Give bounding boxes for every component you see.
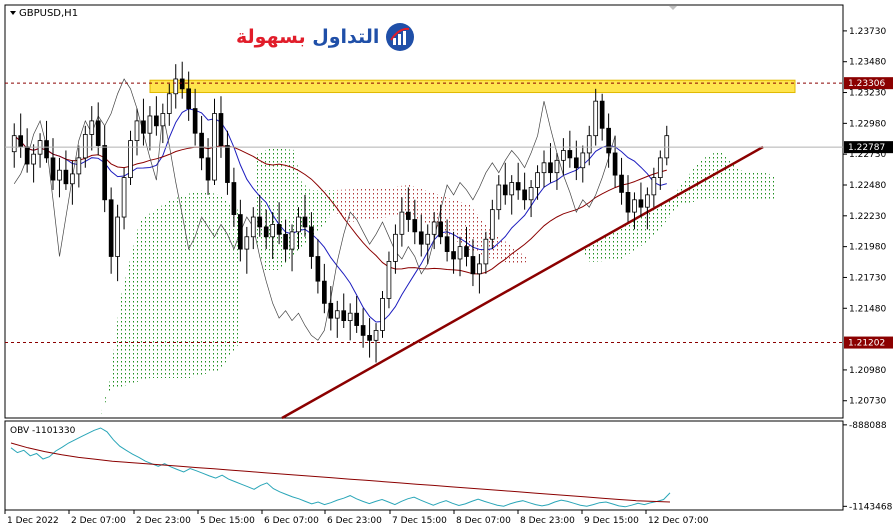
logo-text: التداول بسهولة <box>236 26 380 48</box>
y-tick-label: 1.22480 <box>849 181 886 191</box>
x-tick-label: 8 Dec 07:00 <box>456 516 511 526</box>
level-price-label: 1.21202 <box>848 339 885 349</box>
y-tick-label: 1.21480 <box>849 304 886 314</box>
x-tick-label: 5 Dec 15:00 <box>200 516 255 526</box>
x-tick-label: 12 Dec 07:00 <box>648 516 709 526</box>
y-tick-label: 1.20730 <box>849 397 886 407</box>
x-tick-label: 6 Dec 07:00 <box>264 516 319 526</box>
x-tick-label: 2 Dec 23:00 <box>136 516 191 526</box>
x-tick-label: 6 Dec 23:00 <box>327 516 382 526</box>
resistance-zone <box>149 79 796 94</box>
x-tick-label: 1 Dec 2022 <box>7 516 59 526</box>
y-tick-label: 1.22730 <box>849 150 886 160</box>
x-tick-label: 2 Dec 07:00 <box>71 516 126 526</box>
obv-y-tick-label: -1143468 <box>849 502 893 512</box>
x-tick-label: 8 Dec 23:00 <box>520 516 575 526</box>
chart-svg: GBPUSD,H1 1.233061.227871.21202 1.237301… <box>0 0 893 532</box>
x-tick-label: 9 Dec 15:00 <box>584 516 639 526</box>
obv-label: OBV -1101330 <box>10 426 76 436</box>
y-tick-label: 1.23730 <box>849 27 886 37</box>
x-tick-label: 7 Dec 15:00 <box>392 516 447 526</box>
y-tick-label: 1.21980 <box>849 243 886 253</box>
obv-y-tick-label: -888088 <box>849 421 887 431</box>
logo: التداول بسهولة <box>236 22 415 52</box>
y-tick-label: 1.22980 <box>849 119 886 129</box>
candle <box>380 291 385 338</box>
y-tick-label: 1.23230 <box>849 89 886 99</box>
y-tick-label: 1.21730 <box>849 273 886 283</box>
y-tick-label: 1.20980 <box>849 366 886 376</box>
y-tick-label: 1.22230 <box>849 212 886 222</box>
symbol-label[interactable]: GBPUSD,H1 <box>19 8 78 19</box>
chart-logo-icon <box>386 23 415 51</box>
y-tick-label: 1.23480 <box>849 58 886 68</box>
